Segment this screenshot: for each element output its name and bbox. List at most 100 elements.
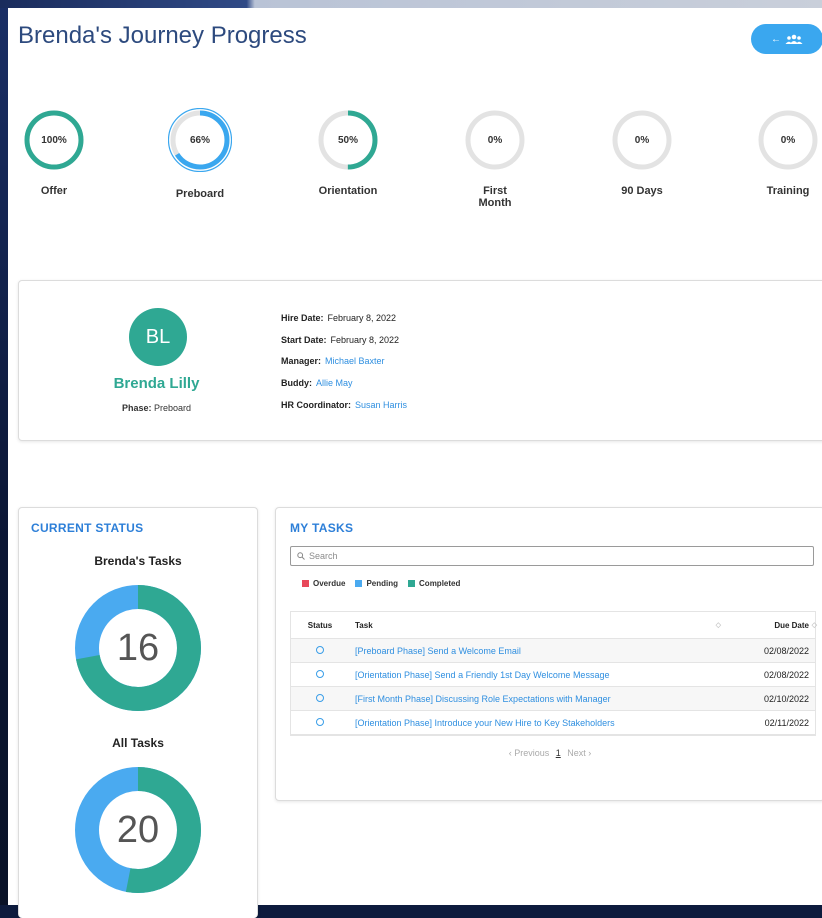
hire-date-value: February 8, 2022 xyxy=(327,313,397,323)
due-date-cell: 02/10/2022 xyxy=(763,693,809,704)
status-cell xyxy=(291,645,349,656)
completed-swatch xyxy=(408,580,416,587)
previous-page-link[interactable]: ‹ Previous xyxy=(509,748,550,758)
phase-percent: 100% xyxy=(41,134,67,146)
background-top xyxy=(0,0,822,8)
manager-label: Manager: xyxy=(281,356,322,366)
phase-percent: 0% xyxy=(634,134,650,146)
column-task-label: Task xyxy=(355,620,373,630)
phase-percent: 0% xyxy=(487,134,503,146)
task-link[interactable]: [Preboard Phase] Send a Welcome Email xyxy=(355,646,521,656)
phase-label: Orientation xyxy=(318,185,378,197)
phase-label: Phase: xyxy=(121,403,152,413)
due-date-cell: 02/08/2022 xyxy=(763,669,809,680)
table-header: Status Task ◇ Due Date ◇ xyxy=(291,612,817,639)
status-cell xyxy=(291,693,349,704)
all-tasks-title: All Tasks xyxy=(112,736,164,750)
pending-status-icon xyxy=(316,693,324,702)
legend-pending-label: Pending xyxy=(366,579,399,588)
status-cell xyxy=(291,717,349,728)
task-cell: [Preboard Phase] Send a Welcome Email xyxy=(349,646,727,656)
column-task[interactable]: Task ◇ xyxy=(349,621,727,630)
phase-ring-90-days[interactable]: 0% xyxy=(610,108,674,172)
task-cell: [Orientation Phase] Send a Friendly 1st … xyxy=(349,670,727,680)
overdue-swatch xyxy=(302,580,309,587)
background-edge xyxy=(0,0,8,905)
phase-percent: 50% xyxy=(337,134,358,146)
phase-ring-first-month[interactable]: 0% xyxy=(463,108,527,172)
phase-label: Training xyxy=(766,185,810,197)
phase-value: Preboard xyxy=(154,403,192,413)
column-status[interactable]: Status xyxy=(291,621,349,630)
back-to-team-button[interactable]: ← xyxy=(751,24,822,54)
task-link[interactable]: [First Month Phase] Discussing Role Expe… xyxy=(355,694,611,704)
pending-status-icon xyxy=(316,645,324,654)
buddy-row: Buddy: Allie May xyxy=(281,378,353,388)
start-date-value: February 8, 2022 xyxy=(330,335,400,345)
employee-name[interactable]: Brenda Lilly xyxy=(79,375,234,392)
hr-coordinator-link[interactable]: Susan Harris xyxy=(355,400,407,410)
task-link[interactable]: [Orientation Phase] Introduce your New H… xyxy=(355,718,615,728)
phase-ring-preboard[interactable]: 66% xyxy=(168,108,232,172)
hire-date-label: Hire Date: xyxy=(281,313,324,323)
table-row[interactable]: [Preboard Phase] Send a Welcome Email 02/… xyxy=(291,639,815,663)
my-tasks-card: MY TASKS Search Overdue Pending Complete… xyxy=(275,507,822,801)
start-date-row: Start Date: February 8, 2022 xyxy=(281,335,399,345)
manager-link[interactable]: Michael Baxter xyxy=(325,356,385,366)
pagination: ‹ Previous 1 Next › xyxy=(276,748,822,758)
phase-label: Preboard xyxy=(175,188,225,200)
table-row[interactable]: [First Month Phase] Discussing Role Expe… xyxy=(291,687,815,711)
journey-page: Brenda's Journey Progress ← 100% Offer 66%… xyxy=(8,8,822,918)
sort-icon: ◇ xyxy=(811,621,817,629)
phase-label: Offer xyxy=(40,185,68,197)
pending-status-icon xyxy=(316,669,324,678)
buddy-link[interactable]: Allie May xyxy=(316,378,353,388)
my-tasks-title: MY TASKS xyxy=(290,521,354,535)
legend-pending: Pending xyxy=(355,579,398,588)
legend-overdue-label: Overdue xyxy=(313,579,346,588)
current-status-title: CURRENT STATUS xyxy=(31,521,144,535)
phase-percent: 0% xyxy=(780,134,796,146)
phase-percent: 66% xyxy=(189,134,210,146)
next-page-link[interactable]: Next › xyxy=(567,748,591,758)
employee-card: BL Brenda Lilly Phase: Preboard Hire Dat… xyxy=(18,280,822,441)
search-input[interactable]: Search xyxy=(290,546,814,566)
employee-phase: Phase: Preboard xyxy=(79,403,234,413)
group-icon xyxy=(785,34,803,44)
table-row[interactable]: [Orientation Phase] Introduce your New H… xyxy=(291,711,815,735)
start-date-label: Start Date: xyxy=(281,335,327,345)
task-cell: [Orientation Phase] Introduce your New H… xyxy=(349,718,727,728)
column-due-label: Due Date xyxy=(774,620,809,630)
task-legend: Overdue Pending Completed xyxy=(302,579,460,588)
current-page[interactable]: 1 xyxy=(556,748,561,758)
phase-ring-offer[interactable]: 100% xyxy=(22,108,86,172)
search-icon xyxy=(297,552,305,560)
phase-ring-orientation[interactable]: 50% xyxy=(316,108,380,172)
task-link[interactable]: [Orientation Phase] Send a Friendly 1st … xyxy=(355,670,609,680)
legend-completed-label: Completed xyxy=(419,579,461,588)
all-tasks-donut[interactable]: 20 xyxy=(74,766,202,894)
brenda-tasks-donut[interactable]: 16 xyxy=(74,584,202,712)
brenda-tasks-title: Brenda's Tasks xyxy=(94,554,182,568)
sort-icon: ◇ xyxy=(715,621,721,629)
brenda-tasks-count: 16 xyxy=(116,626,160,669)
phase-ring-training[interactable]: 0% xyxy=(756,108,820,172)
legend-overdue: Overdue xyxy=(302,579,345,588)
task-cell: [First Month Phase] Discussing Role Expe… xyxy=(349,694,727,704)
table-row[interactable]: [Orientation Phase] Send a Friendly 1st … xyxy=(291,663,815,687)
status-cell xyxy=(291,669,349,680)
hire-date-row: Hire Date: February 8, 2022 xyxy=(281,313,396,323)
page-title: Brenda's Journey Progress xyxy=(18,22,307,49)
phase-label: 90 Days xyxy=(621,185,663,197)
buddy-label: Buddy: xyxy=(281,378,312,388)
pending-status-icon xyxy=(316,717,324,726)
current-status-card: CURRENT STATUS Brenda's Tasks 16 All Tas… xyxy=(18,507,258,918)
due-date-cell: 02/08/2022 xyxy=(763,645,809,656)
tasks-table: Status Task ◇ Due Date ◇ [Preboard Phase] … xyxy=(290,611,817,736)
search-placeholder: Search xyxy=(309,551,338,561)
hr-coordinator-label: HR Coordinator: xyxy=(281,400,351,410)
hr-coordinator-row: HR Coordinator: Susan Harris xyxy=(281,400,407,410)
due-date-cell: 02/11/2022 xyxy=(764,717,809,728)
manager-row: Manager: Michael Baxter xyxy=(281,356,385,366)
column-due-date[interactable]: Due Date ◇ xyxy=(727,620,817,630)
